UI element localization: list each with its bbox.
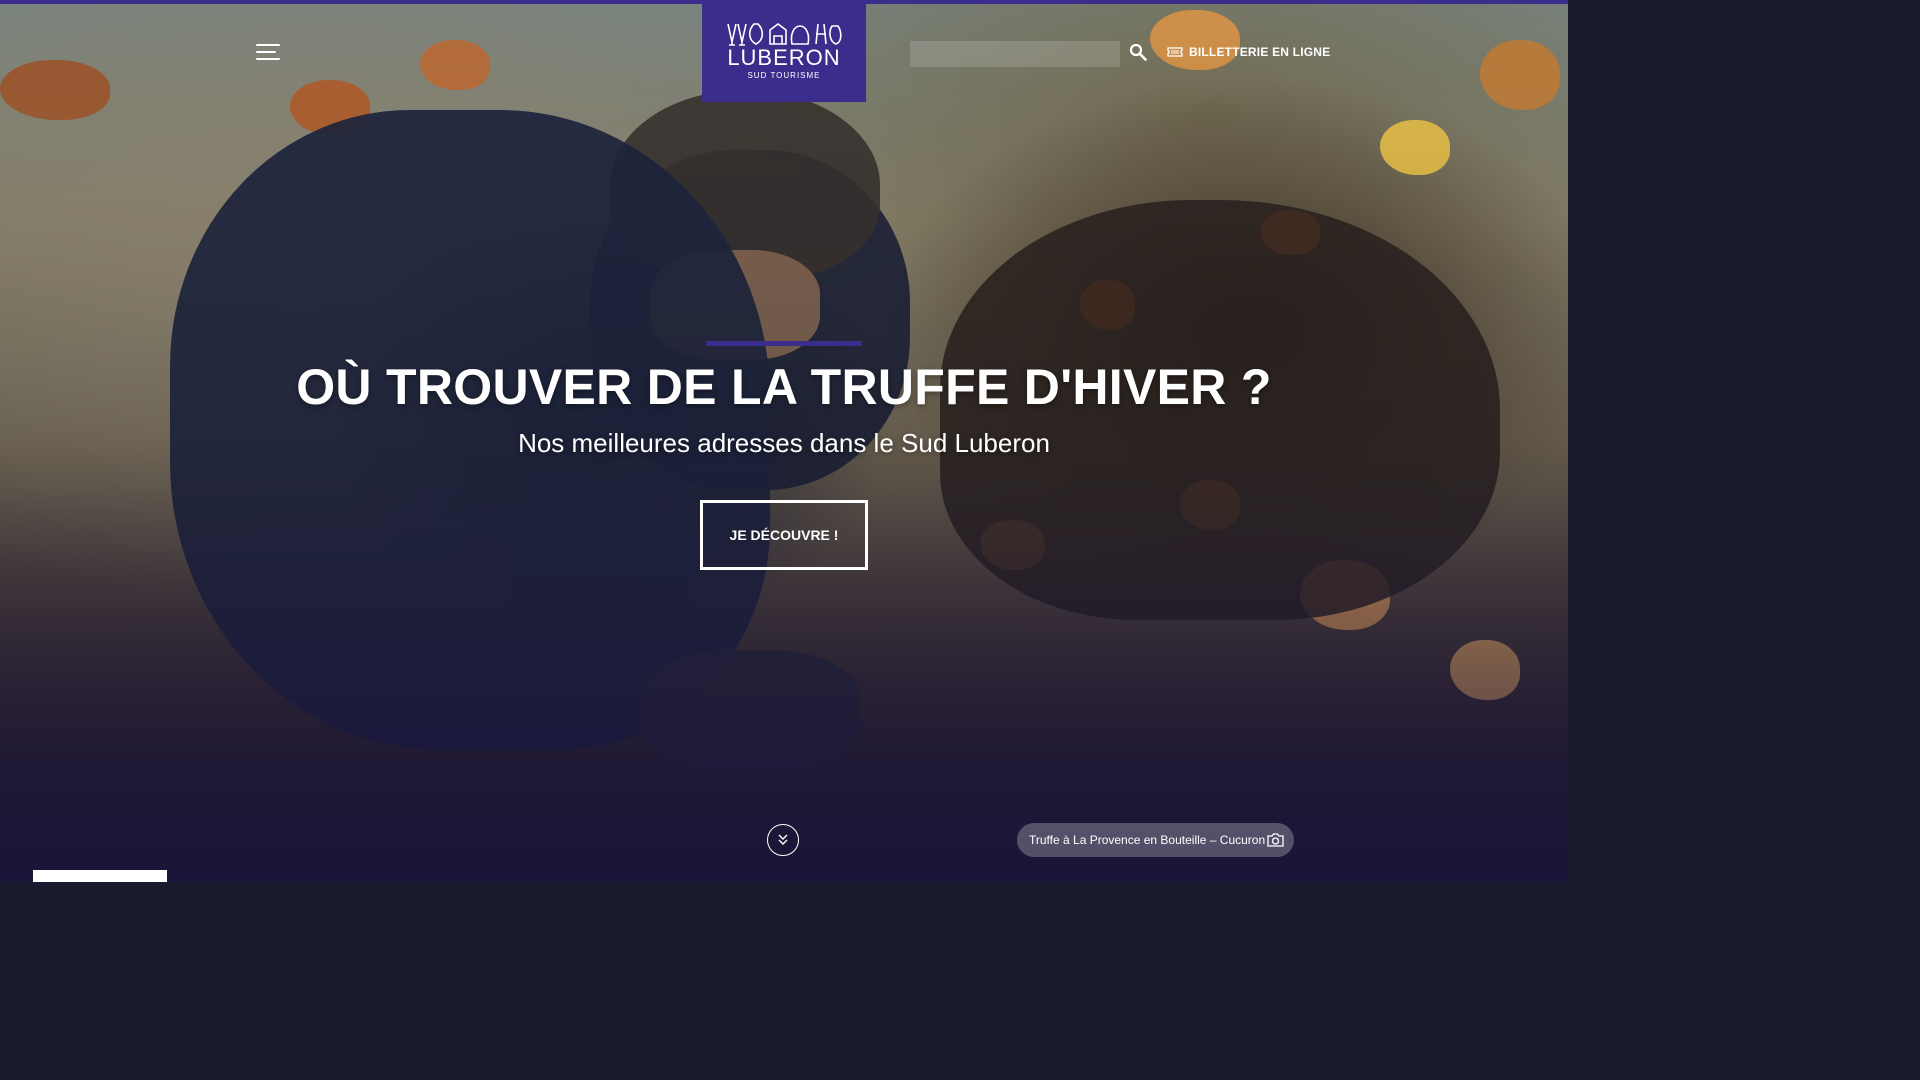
discover-button[interactable]: JE DÉCOUVRE !	[700, 500, 868, 570]
ticket-icon	[1167, 47, 1183, 57]
camera-icon	[1267, 833, 1284, 847]
logo-brand: LUBERON	[727, 45, 841, 70]
scroll-down-button[interactable]	[767, 824, 799, 856]
search-input[interactable]	[910, 41, 1120, 67]
hamburger-menu-icon[interactable]	[256, 44, 280, 62]
online-ticketing-link[interactable]: BILLETTERIE EN LIGNE	[1167, 45, 1330, 59]
chevron-double-down-icon	[778, 834, 788, 845]
logo-emblem-icon	[727, 23, 842, 46]
bottom-panel-tab[interactable]	[33, 870, 167, 882]
hero-title: OÙ TROUVER DE LA TRUFFE D'HIVER ?	[296, 359, 1272, 415]
site-logo[interactable]: LUBERON SUD TOURISME	[702, 0, 866, 102]
title-accent-bar	[706, 341, 862, 346]
ticketing-label: BILLETTERIE EN LIGNE	[1189, 45, 1331, 59]
photo-caption-text: Truffe à La Provence en Bouteille – Cucu…	[1029, 833, 1266, 847]
photo-caption[interactable]: Truffe à La Provence en Bouteille – Cucu…	[1017, 823, 1294, 857]
logo-tagline: SUD TOURISME	[747, 71, 821, 80]
hero-subtitle: Nos meilleures adresses dans le Sud Lube…	[518, 428, 1050, 458]
search-icon[interactable]	[1129, 43, 1147, 61]
